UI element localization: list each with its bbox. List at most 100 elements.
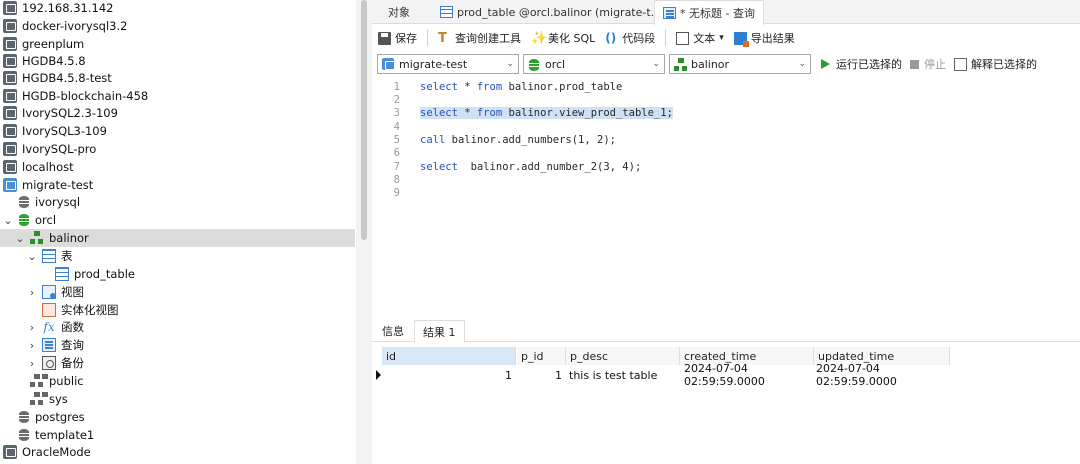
parentheses-icon: () xyxy=(605,30,617,45)
query-icon xyxy=(42,338,56,352)
schema-select[interactable]: balinor ⌄ xyxy=(669,54,811,74)
object-tree[interactable]: 192.168.31.142 docker-ivorysql3.2 greenp… xyxy=(0,0,360,464)
tab-prod-table[interactable]: prod_table @orcl.balinor (migrate-t... xyxy=(432,0,669,24)
code-line: 1 select * from balinor.prod_table xyxy=(393,80,623,93)
save-icon xyxy=(378,31,391,45)
chevron-down-icon: ⌄ xyxy=(652,59,660,69)
connection-icon xyxy=(3,445,17,459)
tree-item-schema-selected[interactable]: ⌄ balinor xyxy=(0,229,355,247)
database-icon xyxy=(18,195,30,209)
tree-item-connection[interactable]: IvorySQL2.3-109 xyxy=(0,104,355,122)
chevron-right-icon[interactable]: › xyxy=(26,286,38,299)
tab-untitled-query[interactable]: * 无标题 - 查询 xyxy=(654,0,764,25)
tree-item-connection[interactable]: docker-ivorysql3.2 xyxy=(0,17,355,35)
tree-item-functions[interactable]: › fx 函数 xyxy=(0,318,355,336)
connection-icon xyxy=(3,19,17,33)
code-snippet-button[interactable]: () 代码段 xyxy=(605,30,655,46)
code-line: 4 xyxy=(393,120,400,133)
chevron-down-icon: ▾ xyxy=(719,33,724,43)
connection-icon xyxy=(3,124,17,138)
tree-item-schema[interactable]: sys xyxy=(0,390,355,408)
tree-item-materialized-views[interactable]: 实体化视图 xyxy=(0,301,355,319)
tree-item-connection[interactable]: HGDB4.5.8 xyxy=(0,52,355,70)
result-grid[interactable]: id p_id p_desc created_time updated_time… xyxy=(372,344,1080,464)
tree-item-database[interactable]: template1 xyxy=(0,426,355,444)
tree-item-database[interactable]: ⌄ orcl xyxy=(0,211,355,229)
database-icon xyxy=(18,428,30,442)
tab-info[interactable]: 信息 xyxy=(374,320,412,342)
tree-item-connection[interactable]: IvorySQL-pro xyxy=(0,140,355,158)
function-icon: fx xyxy=(43,320,55,334)
column-header[interactable]: p_desc xyxy=(566,347,680,365)
chevron-right-icon[interactable]: › xyxy=(26,357,38,370)
tab-result-1[interactable]: 结果 1 xyxy=(414,320,465,343)
sidebar-scrollbar[interactable] xyxy=(361,0,367,240)
connection-icon xyxy=(3,54,17,68)
chevron-right-icon[interactable]: › xyxy=(26,339,38,352)
tree-item-queries[interactable]: › 查询 xyxy=(0,336,355,354)
schema-icon xyxy=(30,374,44,388)
backup-icon xyxy=(42,356,56,370)
tab-objects[interactable]: 对象 xyxy=(380,0,418,24)
grid-cell[interactable]: 1 xyxy=(517,366,566,384)
tree-item-backups[interactable]: › 备份 xyxy=(0,354,355,372)
tree-item-connection[interactable]: HGDB4.5.8-test xyxy=(0,69,355,87)
database-select[interactable]: orcl ⌄ xyxy=(523,54,665,74)
selected-sql-text: select * from balinor.view_prod_table_1; xyxy=(420,106,673,119)
tree-item-connection[interactable]: OracleMode xyxy=(0,443,355,461)
tree-item-connection[interactable]: HGDB-blockchain-458 xyxy=(0,87,355,105)
code-line: 6 xyxy=(393,146,400,159)
code-line: 2 xyxy=(393,93,400,106)
query-builder-icon: T xyxy=(438,30,447,46)
magic-wand-icon: ✨ xyxy=(531,30,548,46)
tree-item-connection[interactable]: greenplum xyxy=(0,35,355,53)
connection-icon xyxy=(382,58,395,70)
tree-item-connection[interactable]: 192.168.31.142 xyxy=(0,0,355,17)
view-icon xyxy=(42,285,56,299)
text-button[interactable]: 文本 ▾ xyxy=(676,30,724,46)
grid-cell[interactable]: 1 xyxy=(382,366,516,384)
code-line: 9 xyxy=(393,186,400,199)
code-line: 5 call balinor.add_numbers(1, 2); xyxy=(393,133,616,146)
column-header[interactable]: id xyxy=(382,347,516,365)
connection-icon xyxy=(3,142,17,156)
export-results-button[interactable]: 导出结果 xyxy=(733,30,795,47)
explain-icon xyxy=(954,57,967,71)
tree-item-table[interactable]: prod_table xyxy=(0,265,355,283)
tree-item-connection-active[interactable]: migrate-test xyxy=(0,176,355,194)
grid-cell[interactable]: 2024-07-04 02:59:59.0000 xyxy=(680,362,814,388)
tree-item-tables-folder[interactable]: ⌄ 表 xyxy=(0,247,355,265)
connection-select[interactable]: migrate-test ⌄ xyxy=(377,54,519,74)
chevron-right-icon[interactable]: › xyxy=(26,321,38,334)
materialized-view-icon xyxy=(42,303,56,317)
tree-item-database[interactable]: postgres xyxy=(0,408,355,426)
tree-item-database[interactable]: ivorysql xyxy=(0,193,355,211)
play-icon xyxy=(821,59,830,69)
stop-button[interactable]: 停止 xyxy=(910,56,946,72)
sql-editor[interactable]: 1 select * from balinor.prod_table 2 3 s… xyxy=(372,78,1080,316)
chevron-down-icon[interactable]: ⌄ xyxy=(2,214,14,227)
column-header[interactable]: p_id xyxy=(517,347,566,365)
stop-icon xyxy=(910,59,919,69)
beautify-sql-button[interactable]: ✨ 美化 SQL xyxy=(531,30,595,46)
query-builder-button[interactable]: T 查询创建工具 xyxy=(438,30,521,46)
table-icon xyxy=(55,267,69,281)
tree-item-schema[interactable]: public xyxy=(0,372,355,390)
tree-item-connection[interactable]: localhost xyxy=(0,158,355,176)
chevron-down-icon[interactable]: ⌄ xyxy=(14,232,26,245)
code-line: 3 select * from balinor.view_prod_table_… xyxy=(393,106,673,119)
schema-icon xyxy=(674,58,686,71)
grid-cell[interactable]: 2024-07-04 02:59:59.0000 xyxy=(814,362,950,388)
connection-icon xyxy=(3,106,17,120)
tree-item-views-folder[interactable]: › 视图 xyxy=(0,283,355,301)
connection-icon xyxy=(3,178,17,192)
explain-selected-button[interactable]: 解释已选择的 xyxy=(954,56,1037,72)
tree-item-connection[interactable]: IvorySQL3-109 xyxy=(0,122,355,140)
run-selected-button[interactable]: 运行已选择的 xyxy=(821,56,902,72)
grid-cell[interactable]: this is test table xyxy=(566,366,680,384)
save-button[interactable]: 保存 xyxy=(378,30,417,46)
connection-icon xyxy=(3,1,17,15)
table-folder-icon xyxy=(42,249,56,263)
query-icon xyxy=(663,7,676,19)
chevron-down-icon[interactable]: ⌄ xyxy=(26,250,38,263)
